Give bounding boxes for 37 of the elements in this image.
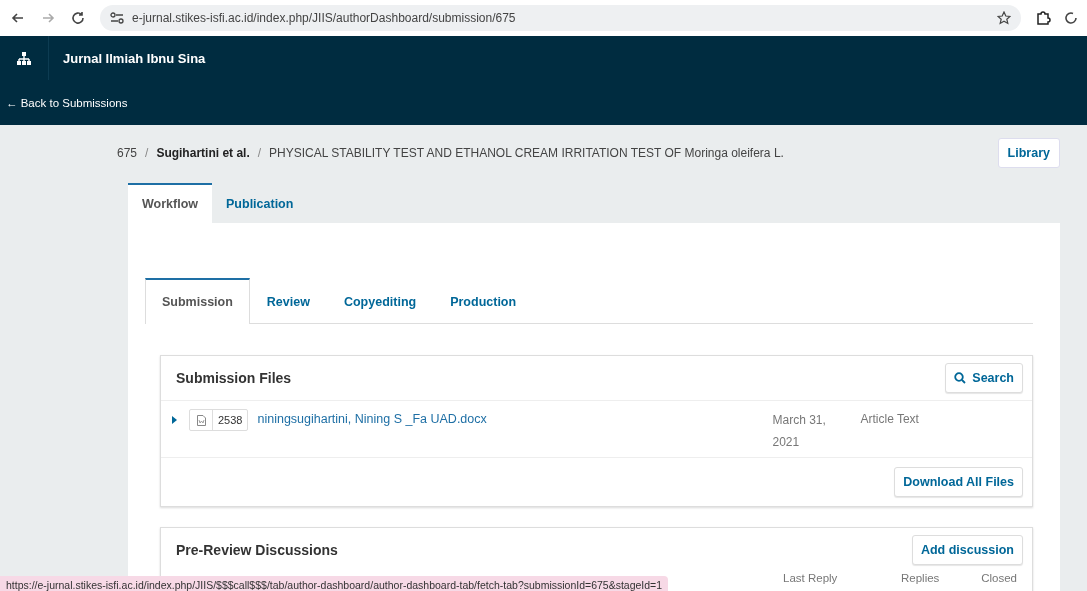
reload-icon[interactable] xyxy=(70,10,86,26)
breadcrumb-separator: / xyxy=(145,146,149,160)
file-id: 2538 xyxy=(217,414,244,426)
submission-id: 675 xyxy=(117,146,138,160)
star-icon[interactable] xyxy=(997,11,1011,25)
search-button[interactable]: Search xyxy=(945,363,1023,393)
stage-tab[interactable]: Submission xyxy=(145,278,250,324)
document-icon xyxy=(196,414,206,426)
site-title[interactable]: Jurnal Ilmiah Ibnu Sina xyxy=(49,50,206,66)
stage-tab[interactable]: Copyediting xyxy=(326,278,434,324)
status-url: https://e-jurnal.stikes-isfi.ac.id/index.php/JIIS/$$$call$$$/tab/author-dashboard/author-dashboard-tab/fetch-tab?submissionId=675&stageId=1 xyxy=(0,576,669,591)
card-title: Submission Files xyxy=(176,370,292,386)
address-bar[interactable]: e-jurnal.stikes-isfi.ac.id/index.php/JIIS/authorDashboard/submission/675 xyxy=(100,5,1021,31)
expand-icon[interactable] xyxy=(169,413,179,423)
stage-tab[interactable]: Review xyxy=(249,278,327,324)
site-settings-icon[interactable] xyxy=(110,12,124,24)
file-type: Article Text xyxy=(860,411,919,428)
column-header: Last Reply xyxy=(783,572,839,584)
back-link[interactable]: ← Back to Submissions xyxy=(6,96,128,109)
breadcrumb-separator: / xyxy=(257,146,262,160)
search-icon xyxy=(954,372,967,384)
extensions-icon[interactable] xyxy=(1035,10,1051,26)
file-link[interactable]: niningsugihartini, Nining S _Fa UAD.docx xyxy=(257,409,773,429)
add-discussion-button[interactable]: Add discussion xyxy=(911,535,1023,565)
column-header: Closed xyxy=(981,572,1017,584)
file-date: March 31, 2021 xyxy=(772,412,827,451)
stage-tab[interactable]: Production xyxy=(433,278,534,324)
card-title: Pre-Review Discussions xyxy=(176,542,338,558)
author-name: Sugihartini et al. xyxy=(156,146,250,160)
url-text: e-jurnal.stikes-isfi.ac.id/index.php/JIIS/authorDashboard/submission/675 xyxy=(132,11,516,25)
submission-title: PHYSICAL STABILITY TEST AND ETHANOL CREAM IRRITATION TEST OF Moringa oleifera L. xyxy=(269,146,784,160)
sitemap-icon[interactable] xyxy=(17,51,31,65)
workflow-tab[interactable]: Workflow xyxy=(128,183,213,223)
column-header: Replies xyxy=(901,572,941,584)
download-all-button[interactable]: Download All Files xyxy=(894,467,1023,497)
workflow-tab[interactable]: Publication xyxy=(212,183,308,223)
library-button[interactable]: Library xyxy=(997,138,1060,168)
